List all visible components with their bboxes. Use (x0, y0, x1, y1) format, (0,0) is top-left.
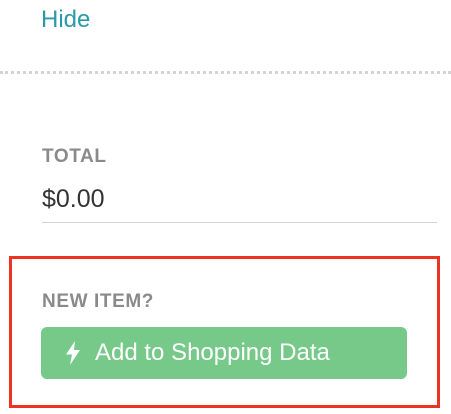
hide-link[interactable]: Hide (41, 4, 90, 36)
add-button-label: Add to Shopping Data (95, 339, 330, 366)
section-divider (0, 71, 451, 74)
total-label: TOTAL (42, 146, 107, 167)
add-to-shopping-data-button[interactable]: Add to Shopping Data (41, 327, 407, 379)
new-item-label: NEW ITEM? (42, 291, 154, 312)
total-underline (42, 222, 437, 223)
total-value: $0.00 (42, 185, 105, 213)
lightning-bolt-icon (65, 341, 81, 365)
